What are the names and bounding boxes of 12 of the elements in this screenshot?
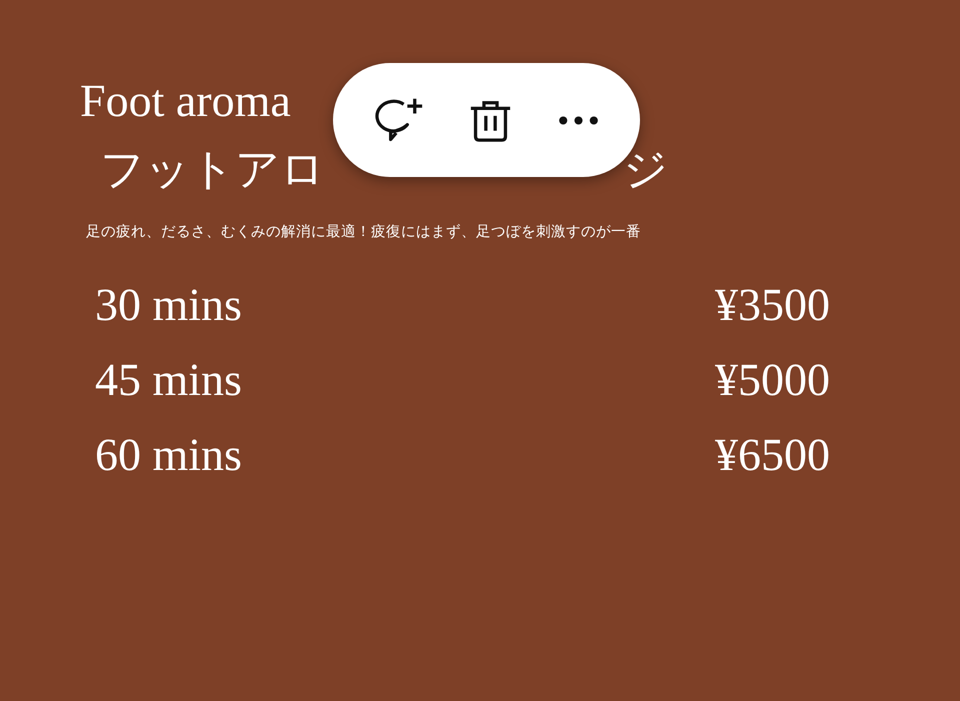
trash-icon — [469, 98, 512, 142]
subtitle-text: ジ — [623, 148, 668, 192]
more-icon — [558, 116, 600, 124]
duration-text: 45 mins — [95, 356, 242, 403]
price-text: ¥3500 — [715, 282, 830, 328]
price-text: ¥6500 — [715, 432, 830, 478]
duration-text: 60 mins — [95, 432, 242, 478]
subtitle-text: フットアロ — [100, 148, 325, 192]
price-text: ¥5000 — [715, 356, 830, 403]
description-text: 足の疲れ、だるさ、むくみの解消に最適！疲復にはまず、足つぼを刺激すのが一番 — [86, 222, 642, 242]
slide-title: Foot aroma — [80, 78, 291, 124]
duration-text: 30 mins — [95, 282, 242, 328]
